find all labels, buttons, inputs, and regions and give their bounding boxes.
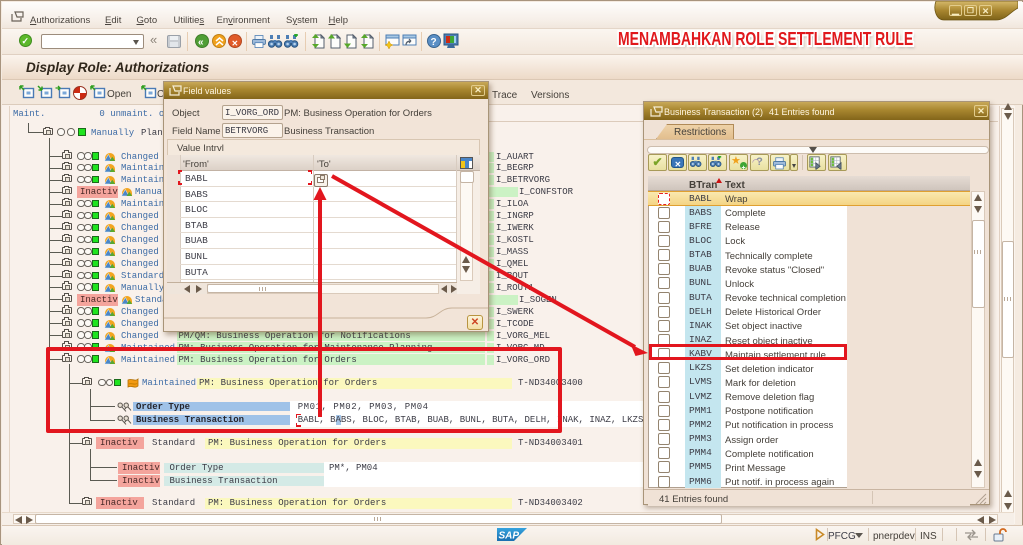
svg-text:SAP: SAP	[499, 531, 520, 542]
